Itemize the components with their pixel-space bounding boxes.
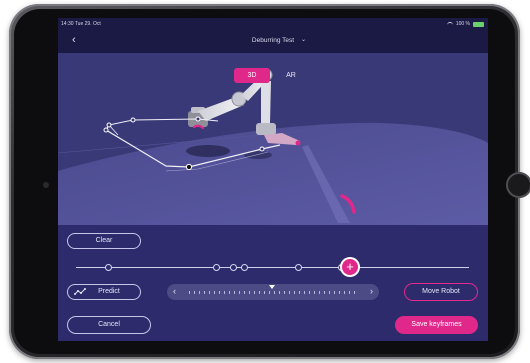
path-marker: [192, 124, 205, 130]
page-title[interactable]: Deburring Test: [58, 37, 488, 44]
timeline-keyframe[interactable]: [105, 264, 112, 271]
robot-shadow: [186, 145, 230, 157]
save-keyframes-button[interactable]: Save keyframes: [395, 316, 478, 334]
timeline-track[interactable]: [76, 267, 469, 268]
cancel-button[interactable]: Cancel: [67, 316, 151, 334]
frame-scrubber[interactable]: ‹ ›: [167, 284, 379, 300]
robot-wrist: [256, 123, 276, 135]
waypoint: [259, 146, 265, 152]
waypoint: [106, 122, 112, 128]
predict-label: Predict: [98, 288, 120, 295]
scrubber-marker[interactable]: [269, 285, 275, 289]
add-keyframe-button[interactable]: +: [342, 259, 358, 275]
chevron-down-icon[interactable]: ⌄: [301, 36, 306, 43]
battery-icon: [473, 21, 484, 27]
chevron-left-icon[interactable]: ‹: [173, 286, 176, 296]
home-button[interactable]: [506, 172, 530, 198]
status-indicators: 100 %: [446, 21, 484, 27]
wifi-icon: [446, 21, 453, 27]
clear-button[interactable]: Clear: [67, 233, 141, 249]
waypoint: [195, 116, 201, 122]
scrubber-ticks: [189, 291, 357, 294]
waypoint-selected: [185, 163, 193, 171]
robot-wrist-column: [261, 81, 271, 123]
view-toggle-ar[interactable]: AR: [280, 68, 302, 83]
chevron-right-icon[interactable]: ›: [370, 286, 373, 296]
timeline-keyframe[interactable]: [295, 264, 302, 271]
status-bar: 14:30 Tue 29. Oct 100 %: [58, 18, 488, 29]
timeline-keyframe[interactable]: [230, 264, 237, 271]
move-robot-button[interactable]: Move Robot: [404, 283, 478, 301]
app-header: ‹ Deburring Test ⌄: [58, 29, 488, 53]
predict-button[interactable]: Predict: [67, 284, 141, 300]
waypoint: [130, 117, 136, 123]
app-screen: 14:30 Tue 29. Oct 100 % ‹ Deburring Test…: [58, 18, 488, 341]
view-toggle-3d[interactable]: 3D: [234, 68, 270, 83]
timeline-keyframe[interactable]: [241, 264, 248, 271]
scene-canvas[interactable]: [58, 53, 488, 225]
robot-3d-viewport[interactable]: 3D AR: [58, 53, 488, 225]
battery-percent: 100 %: [455, 21, 470, 27]
predict-icon: [74, 288, 86, 295]
camera-icon: [43, 182, 49, 188]
status-time: 14:30 Tue 29. Oct: [61, 21, 101, 27]
tool-tip: [295, 140, 301, 146]
controls-panel: Clear + Predict ‹ › Move Robot Cancel Sa…: [58, 225, 488, 341]
waypoint: [103, 127, 109, 133]
timeline-keyframe[interactable]: [213, 264, 220, 271]
